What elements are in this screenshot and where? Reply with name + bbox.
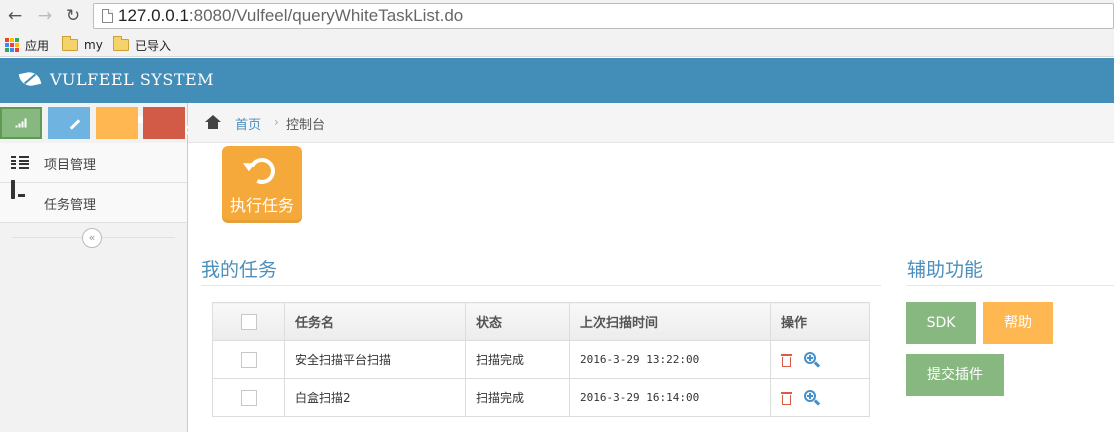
task-last-scan: 2016-3-29 13:22:00 (569, 340, 771, 379)
breadcrumb-separator: › (274, 115, 279, 129)
task-actions (770, 378, 870, 417)
shortcut-signal-button[interactable] (0, 107, 42, 139)
collapse-sidebar-button[interactable]: « (82, 228, 102, 248)
table-row: 安全扫描平台扫描 扫描完成 2016-3-29 13:22:00 (212, 340, 870, 379)
bookmark-apps[interactable]: 应用 (5, 36, 49, 54)
back-arrow-icon[interactable]: ← (6, 6, 24, 26)
row-check-cell (212, 340, 285, 379)
app-title[interactable]: VULFEEL SYSTEM (50, 70, 214, 89)
folder-icon (113, 36, 129, 51)
home-icon (205, 115, 221, 129)
breadcrumb-home-link[interactable]: 首页 (235, 114, 261, 133)
apps-grid-icon (5, 38, 19, 52)
signal-icon (15, 118, 27, 128)
submit-plugin-button[interactable]: 提交插件 (906, 354, 1004, 396)
execute-task-label: 执行任务 (229, 196, 294, 215)
forward-arrow-icon[interactable]: → (36, 6, 54, 26)
desktop-icon (11, 180, 15, 199)
column-header[interactable]: 状态 (465, 302, 570, 341)
column-header[interactable]: 任务名 (284, 302, 466, 341)
bookmark-label: 已导入 (135, 38, 172, 53)
help-button[interactable]: 帮助 (983, 302, 1053, 344)
my-tasks-title: 我的任务 (201, 259, 278, 281)
browser-toolbar: ← → ↻ 127.0.0.1:8080/Vulfeel/queryWhiteT… (0, 0, 1114, 33)
refresh-icon (245, 154, 279, 188)
table-header-row: 任务名 状态 上次扫描时间 操作 (212, 302, 870, 341)
row-checkbox[interactable] (240, 389, 257, 406)
column-header: 操作 (770, 302, 870, 341)
table-row: 白盒扫描2 扫描完成 2016-3-29 16:14:00 (212, 378, 870, 417)
task-status: 扫描完成 (465, 340, 570, 379)
aux-functions-title: 辅助功能 (907, 259, 984, 281)
sidebar: 项目管理 任务管理 « (0, 103, 201, 432)
select-all-checkbox[interactable] (240, 313, 257, 330)
app-header: VULFEEL SYSTEM (0, 58, 1114, 103)
breadcrumb: 首页 › 控制台 (188, 103, 1114, 143)
select-all-cell (212, 302, 285, 341)
leaf-icon (18, 70, 42, 88)
folder-icon (62, 36, 78, 51)
sidebar-item-tasks[interactable]: 任务管理 (0, 180, 187, 223)
bookmark-label: 应用 (25, 38, 50, 53)
zoom-in-icon[interactable] (804, 389, 821, 406)
zoom-in-icon[interactable] (804, 351, 821, 368)
shortcut-pencil-button[interactable] (48, 107, 90, 139)
sdk-button[interactable]: SDK (906, 302, 976, 344)
pencil-icon (69, 119, 81, 130)
trash-icon[interactable] (781, 353, 792, 367)
bookmark-label: my (84, 38, 103, 52)
task-last-scan: 2016-3-29 16:14:00 (569, 378, 771, 417)
task-table: 任务名 状态 上次扫描时间 操作 安全扫描平台扫描 扫描完成 2016-3-29… (212, 302, 870, 417)
task-name: 白盒扫描2 (284, 378, 466, 417)
bookmark-my[interactable]: my (62, 36, 103, 54)
shortcut-cogs-button[interactable] (143, 107, 201, 139)
column-header[interactable]: 上次扫描时间 (569, 302, 771, 341)
page-icon (102, 9, 113, 23)
url-text: 127.0.0.1:8080/Vulfeel/queryWhiteTaskLis… (118, 6, 464, 25)
sidebar-collapse: « (0, 224, 187, 250)
reload-icon[interactable]: ↻ (64, 6, 82, 26)
divider (907, 285, 1114, 286)
bookmark-imported[interactable]: 已导入 (113, 36, 171, 54)
list-icon (11, 156, 29, 169)
row-checkbox[interactable] (240, 351, 257, 368)
trash-icon[interactable] (781, 391, 792, 405)
bookmarks-bar: 应用 my 已导入 (0, 33, 1114, 57)
shortcut-users-button[interactable] (96, 107, 154, 139)
task-actions (770, 340, 870, 379)
execute-task-button[interactable]: 执行任务 (222, 146, 302, 223)
breadcrumb-current: 控制台 (286, 118, 326, 133)
divider (201, 285, 881, 286)
task-status: 扫描完成 (465, 378, 570, 417)
sidebar-item-projects[interactable]: 项目管理 (0, 143, 187, 183)
address-bar[interactable]: 127.0.0.1:8080/Vulfeel/queryWhiteTaskLis… (93, 3, 1114, 29)
row-check-cell (212, 378, 285, 417)
sidebar-item-label: 项目管理 (44, 158, 97, 173)
sidebar-item-label: 任务管理 (44, 198, 97, 213)
task-name: 安全扫描平台扫描 (284, 340, 466, 379)
